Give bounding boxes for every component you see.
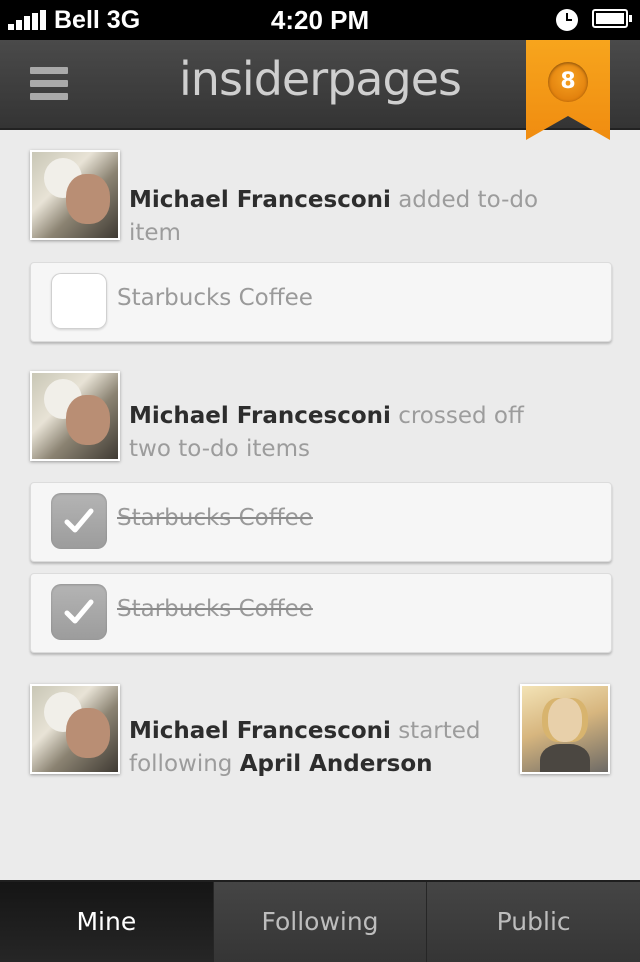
todo-checkbox[interactable] [51, 273, 107, 329]
actor-name[interactable]: Michael Francesconi [129, 403, 391, 429]
status-bar: Bell 3G 4:20 PM [0, 0, 640, 40]
tab-bar: Mine Following Public [0, 880, 640, 962]
todo-label: Starbucks Coffee [117, 505, 313, 531]
alarm-clock-icon [556, 9, 578, 31]
todo-checkbox[interactable] [51, 493, 107, 549]
tab-mine[interactable]: Mine [0, 882, 214, 962]
todo-label: Starbucks Coffee [117, 285, 313, 311]
followed-user-avatar[interactable] [520, 684, 610, 774]
todo-item[interactable]: Starbucks Coffee [30, 482, 612, 562]
notifications-ribbon[interactable]: 8 [526, 40, 610, 140]
actor-name[interactable]: Michael Francesconi [129, 718, 391, 744]
todo-label: Starbucks Coffee [117, 596, 313, 622]
checkmark-icon [64, 508, 94, 533]
notification-count-badge: 8 [548, 62, 588, 102]
todo-checkbox[interactable] [51, 584, 107, 640]
status-time: 4:20 PM [270, 5, 370, 35]
tab-public[interactable]: Public [427, 882, 640, 962]
checkmark-icon [64, 599, 94, 624]
activity-text: Michael Francesconi added to-do item [129, 184, 569, 250]
avatar[interactable] [30, 371, 120, 461]
followed-user-name[interactable]: April Anderson [240, 751, 433, 777]
avatar[interactable] [30, 150, 120, 240]
actor-name[interactable]: Michael Francesconi [129, 187, 391, 213]
avatar[interactable] [30, 684, 120, 774]
tab-following[interactable]: Following [213, 882, 428, 962]
battery-icon [592, 9, 632, 28]
activity-text: Michael Francesconi crossed off two to-d… [129, 400, 559, 466]
navigation-bar: insiderpages 8 [0, 40, 640, 140]
todo-item[interactable]: Starbucks Coffee [30, 573, 612, 653]
activity-text: Michael Francesconi started following Ap… [129, 715, 509, 781]
todo-item[interactable]: Starbucks Coffee [30, 262, 612, 342]
